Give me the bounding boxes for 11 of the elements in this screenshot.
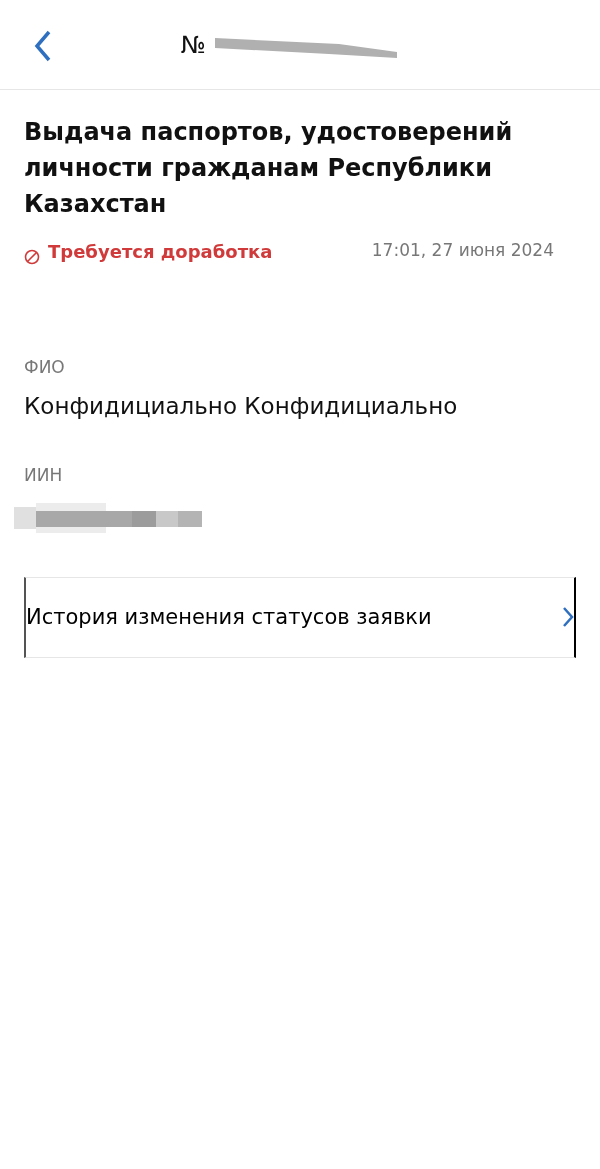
chevron-right-icon xyxy=(562,606,574,629)
date-time: 17:01, 27 июня 2024 xyxy=(371,239,554,262)
field-label: ФИО xyxy=(24,356,66,379)
blocked-icon xyxy=(24,249,40,265)
request-number: № xyxy=(180,29,206,61)
field-value: Конфидициально Конфидициально xyxy=(24,391,459,421)
status-text: Требуется доработка xyxy=(48,240,273,264)
field-label: ИИН xyxy=(24,464,64,487)
status-history-link[interactable]: История изменения статусов заявки xyxy=(24,576,576,658)
back-icon xyxy=(34,30,52,62)
request-title: Выдача паспортов, удостоверений личности гражданам Республики Казахстан xyxy=(24,117,514,220)
